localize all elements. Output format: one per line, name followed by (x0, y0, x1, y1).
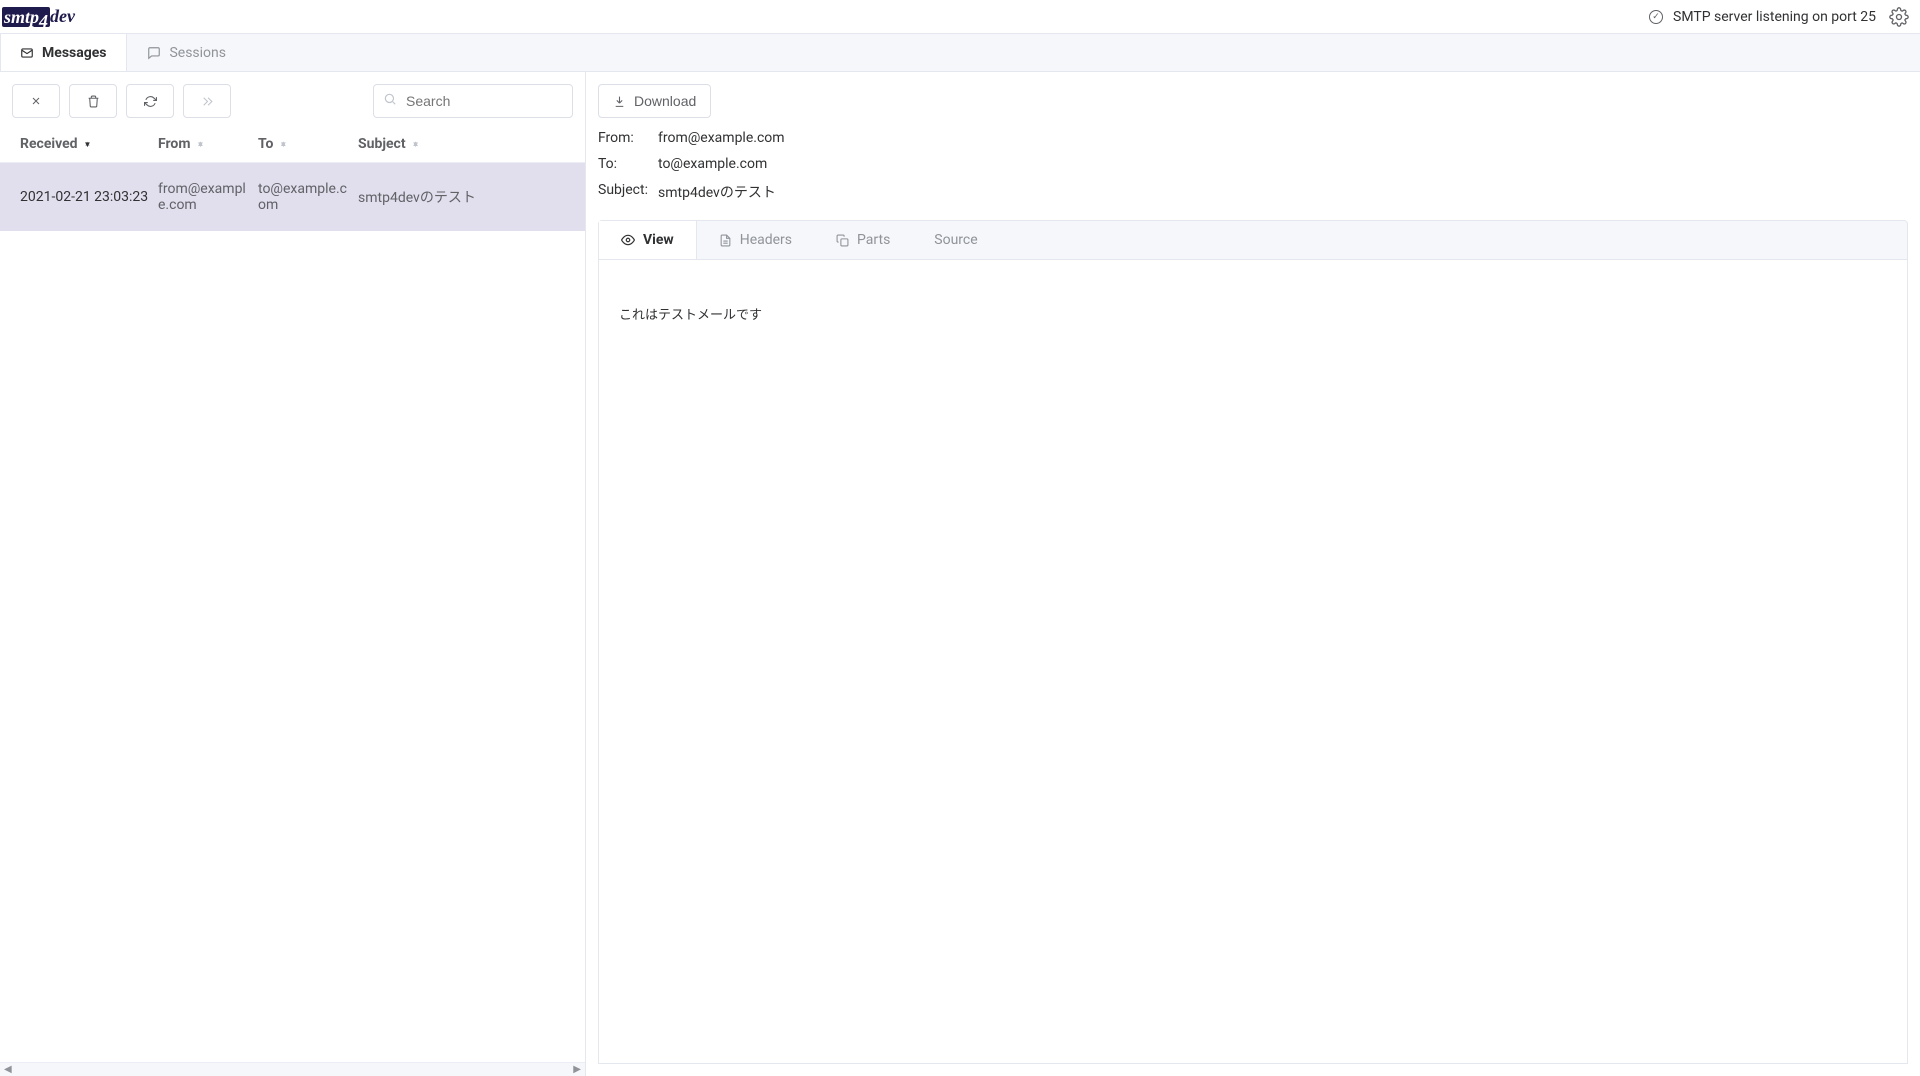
logo-part-b: 4 (39, 11, 48, 31)
column-label: To (258, 136, 273, 152)
clear-button[interactable] (12, 84, 60, 118)
copy-icon (836, 234, 849, 247)
column-label: From (158, 136, 190, 152)
tab-label: Parts (857, 232, 890, 248)
messages-toolbar (0, 72, 585, 126)
cell-subject: smtp4devのテスト (358, 187, 577, 207)
sort-icon: ▲▼ (196, 144, 204, 145)
column-label: Received (20, 136, 78, 152)
sort-icon: ▲▼ (84, 144, 92, 145)
delete-button[interactable] (69, 84, 117, 118)
download-label: Download (634, 93, 696, 109)
detail-tab-view[interactable]: View (599, 221, 697, 259)
messages-pane: Received ▲▼ From ▲▼ To ▲▼ Subject ▲▼ 202… (0, 72, 586, 1076)
top-tabs: Messages Sessions (0, 34, 1920, 72)
app-logo: smtp4dev (0, 6, 75, 27)
detail-tab-source[interactable]: Source (912, 221, 999, 259)
tab-label: Messages (42, 45, 106, 61)
table-header: Received ▲▼ From ▲▼ To ▲▼ Subject ▲▼ (0, 126, 585, 163)
detail-pane: Download From: from@example.com To: to@e… (586, 72, 1920, 1076)
tab-label: Headers (740, 232, 792, 248)
search-icon (383, 92, 397, 110)
gear-icon (1889, 7, 1909, 27)
refresh-icon (144, 95, 157, 108)
column-received[interactable]: Received ▲▼ (8, 136, 158, 152)
column-to[interactable]: To ▲▼ (258, 136, 358, 152)
detail-tabs: View Headers Parts Source (598, 220, 1908, 260)
meta-to-label: To: (598, 156, 658, 172)
column-from[interactable]: From ▲▼ (158, 136, 258, 152)
search-wrap (373, 84, 573, 118)
tab-sessions[interactable]: Sessions (127, 34, 246, 71)
app-header: smtp4dev ✓ SMTP server listening on port… (0, 0, 1920, 34)
meta-from-value: from@example.com (658, 130, 1908, 146)
meta-to-value: to@example.com (658, 156, 1908, 172)
refresh-button[interactable] (126, 84, 174, 118)
message-meta: From: from@example.com To: to@example.co… (586, 126, 1920, 220)
cell-to: to@example.com (258, 181, 358, 213)
tab-label: View (643, 232, 674, 248)
body-text: これはテストメールです (619, 308, 762, 323)
meta-subject-value: smtp4devのテスト (658, 182, 1908, 202)
logo-part-c: dev (50, 6, 75, 27)
status-text: SMTP server listening on port 25 (1673, 9, 1876, 25)
close-icon (30, 95, 42, 107)
sort-icon: ▲▼ (412, 144, 420, 145)
table-row[interactable]: 2021-02-21 23:03:23 from@example.com to@… (0, 163, 585, 231)
forward-icon (201, 95, 214, 108)
envelope-icon (20, 46, 34, 60)
tab-label: Source (934, 232, 977, 248)
search-input[interactable] (373, 84, 573, 118)
logo-part-a: smtp (4, 7, 39, 27)
meta-from-label: From: (598, 130, 658, 146)
table-body: 2021-02-21 23:03:23 from@example.com to@… (0, 163, 585, 1076)
document-icon (719, 234, 732, 247)
trash-icon (87, 95, 100, 108)
scroll-right-icon: ▶ (573, 1064, 581, 1075)
detail-toolbar: Download (586, 72, 1920, 126)
message-body: これはテストメールです (598, 260, 1908, 1064)
content: Received ▲▼ From ▲▼ To ▲▼ Subject ▲▼ 202… (0, 72, 1920, 1076)
detail-tab-parts[interactable]: Parts (814, 221, 912, 259)
tab-label: Sessions (169, 45, 226, 61)
column-subject[interactable]: Subject ▲▼ (358, 136, 577, 152)
chat-icon (147, 46, 161, 60)
header-right: ✓ SMTP server listening on port 25 (1649, 4, 1912, 30)
detail-tab-headers[interactable]: Headers (697, 221, 814, 259)
cell-from: from@example.com (158, 181, 258, 213)
horizontal-scrollbar[interactable]: ◀ ▶ (0, 1062, 585, 1076)
eye-icon (621, 233, 635, 247)
settings-button[interactable] (1886, 4, 1912, 30)
sort-icon: ▲▼ (279, 144, 287, 145)
status-check-icon: ✓ (1649, 10, 1663, 24)
download-icon (613, 95, 626, 108)
download-button[interactable]: Download (598, 84, 711, 118)
cell-received: 2021-02-21 23:03:23 (8, 189, 158, 205)
relay-button[interactable] (183, 84, 231, 118)
meta-subject-label: Subject: (598, 182, 658, 202)
column-label: Subject (358, 136, 406, 152)
tab-messages[interactable]: Messages (0, 34, 127, 71)
scroll-left-icon: ◀ (4, 1064, 12, 1075)
